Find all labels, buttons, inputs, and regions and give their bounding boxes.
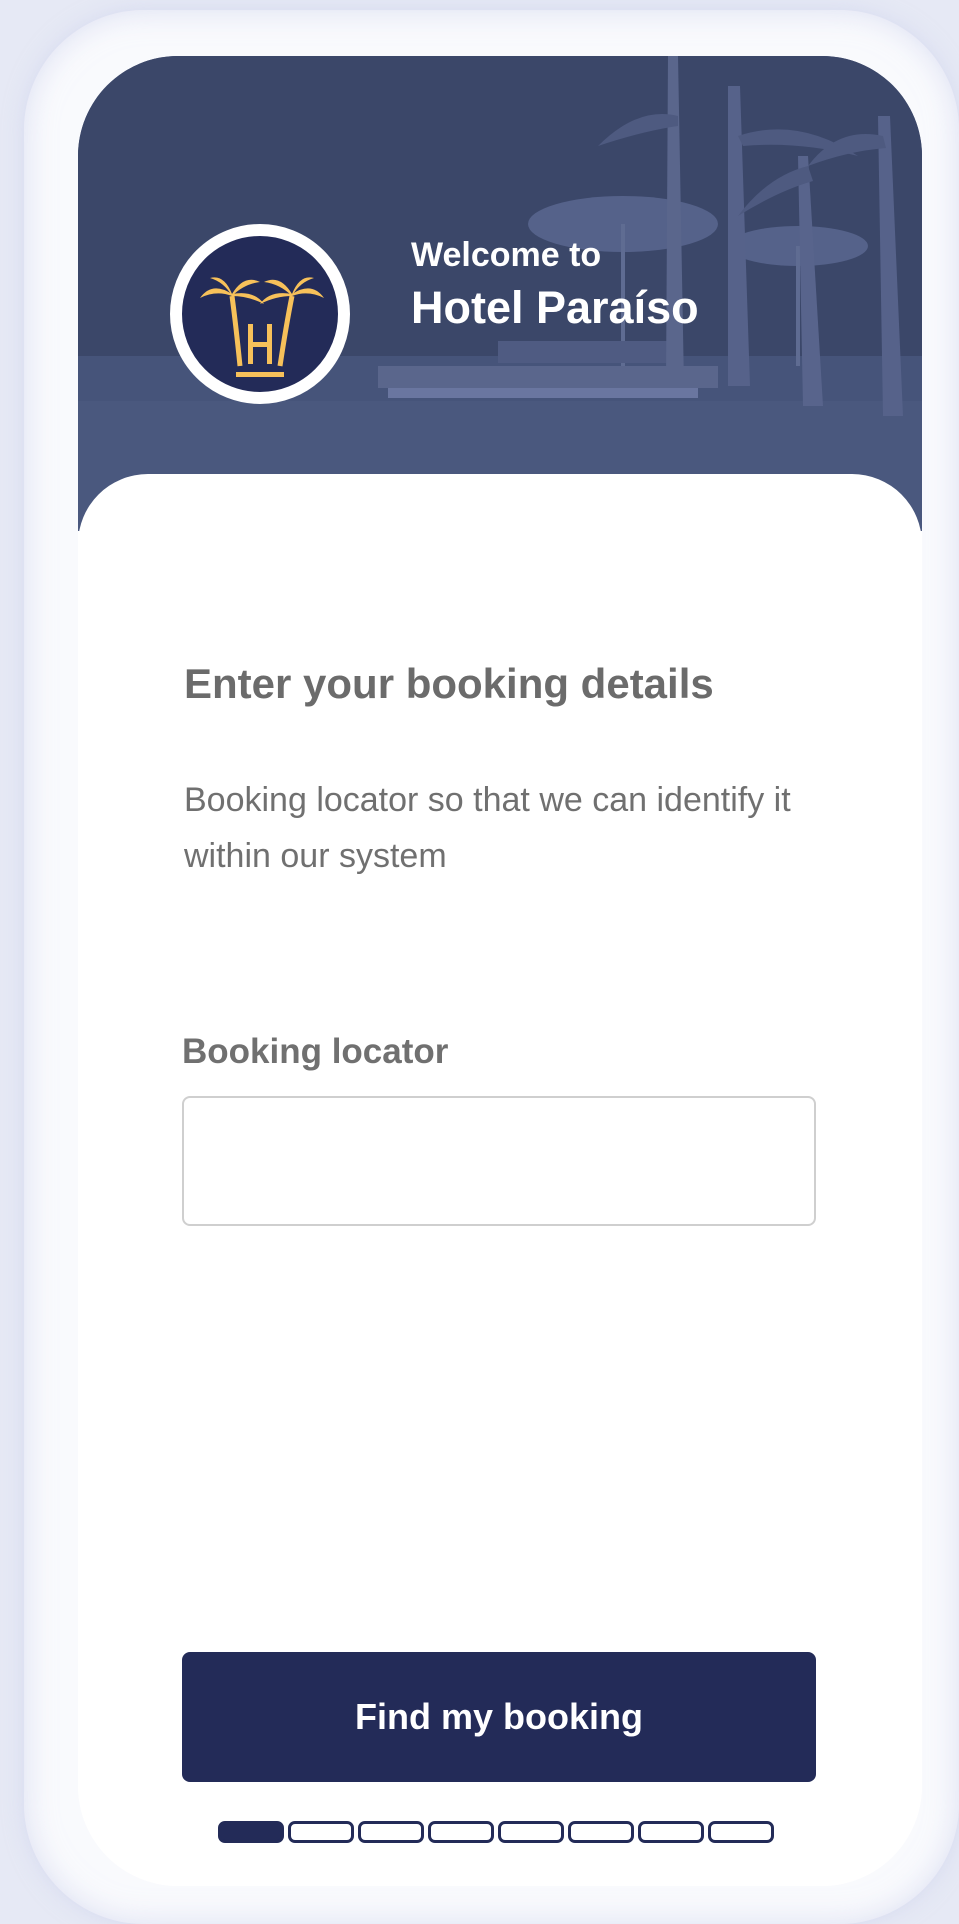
hotel-name: Hotel Paraíso (411, 282, 699, 333)
progress-step (568, 1821, 634, 1843)
find-booking-button[interactable]: Find my booking (182, 1652, 816, 1782)
hotel-logo (170, 224, 350, 404)
palm-trees-hotel-icon (200, 277, 324, 377)
booking-locator-label: Booking locator (182, 1032, 449, 1071)
app-screen: Welcome to Hotel Paraíso Enter your book… (78, 56, 922, 1886)
form-description: Booking locator so that we can identify … (184, 781, 791, 875)
progress-step (428, 1821, 494, 1843)
booking-locator-input[interactable] (182, 1096, 816, 1226)
hero-header: Welcome to Hotel Paraíso (78, 56, 922, 531)
progress-step (218, 1821, 284, 1843)
welcome-text: Welcome to (411, 236, 602, 274)
progress-step (708, 1821, 774, 1843)
progress-step (358, 1821, 424, 1843)
progress-step (288, 1821, 354, 1843)
page-title: Enter your booking details (184, 660, 714, 707)
step-progress-indicator (218, 1821, 774, 1843)
progress-step (638, 1821, 704, 1843)
progress-step (498, 1821, 564, 1843)
